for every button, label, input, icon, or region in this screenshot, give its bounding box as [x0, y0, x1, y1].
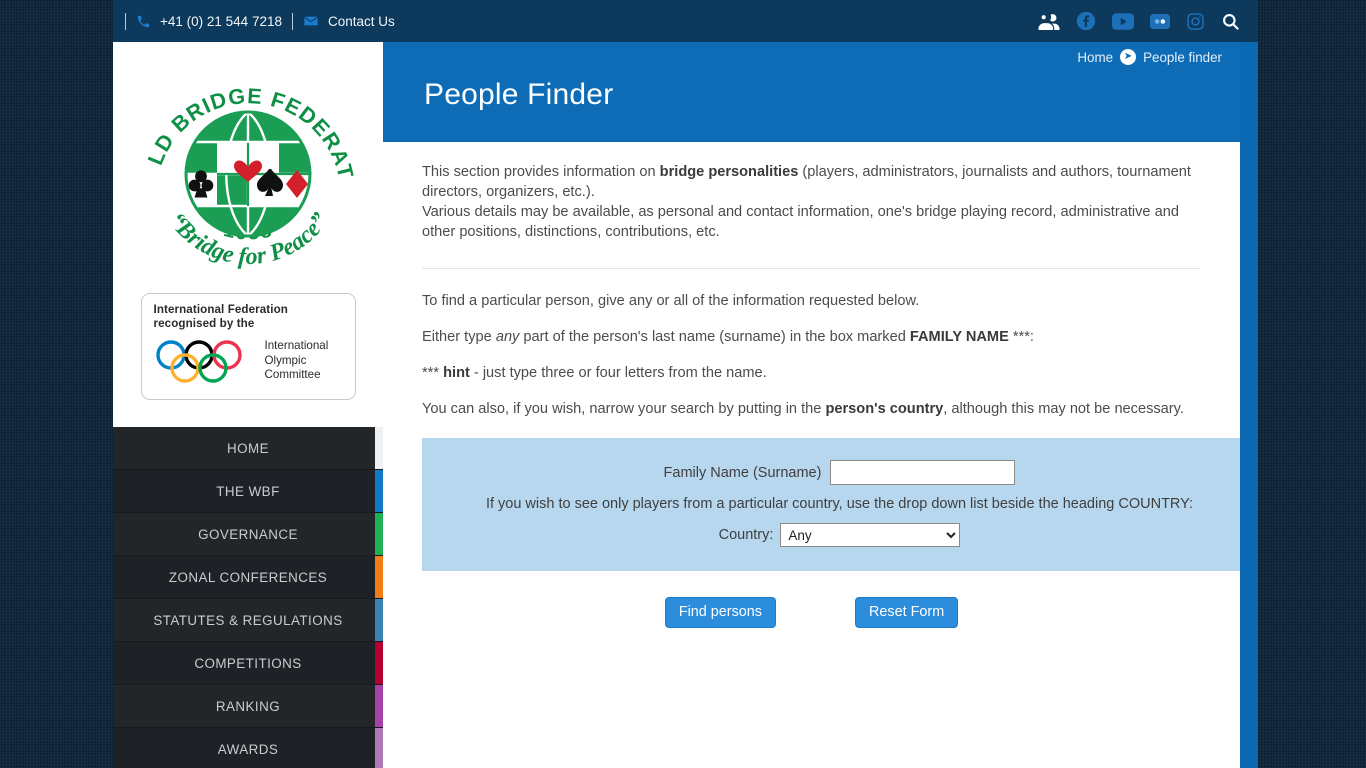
instr-3-bold: hint [443, 365, 470, 381]
sidebar-item-accent [375, 685, 383, 727]
instruction-line-4: You can also, if you wish, narrow your s… [422, 399, 1201, 419]
reset-form-button[interactable]: Reset Form [855, 597, 959, 628]
intro-paragraph-1: This section provides information on bri… [422, 162, 1201, 202]
sidebar-item-accent [375, 427, 383, 469]
sidebar-item-zonal-conferences[interactable]: ZONAL CONFERENCES [113, 556, 383, 599]
instruction-line-3: *** hint - just type three or four lette… [422, 363, 1201, 383]
phone-icon [136, 14, 151, 29]
instruction-line-2: Either type any part of the person's las… [422, 327, 1201, 347]
country-select[interactable]: Any [780, 523, 961, 547]
sidebar-item-accent [375, 642, 383, 684]
ioc-right-line-3: Committee [264, 368, 321, 382]
ioc-right-line-2: Olympic [264, 353, 307, 367]
sidebar-item-label: RANKING [215, 698, 281, 714]
sidebar-item-awards[interactable]: AWARDS [113, 728, 383, 768]
instr-3a: *** [422, 365, 444, 381]
content-divider [422, 268, 1201, 269]
instr-2b: part of the person's last name (surname)… [519, 329, 910, 345]
wbf-logo[interactable]: WORLD BRIDGE FEDERATION ·1958· “Bridge f… [113, 42, 383, 290]
ioc-recognition-badge: International Federation recognised by t… [140, 293, 356, 400]
instr-2-italic: any [495, 329, 520, 345]
breadcrumb: Home ➤ People finder [1077, 49, 1222, 65]
instr-2a: Either type [422, 329, 496, 345]
ioc-line-1: International Federation [153, 303, 288, 316]
search-icon[interactable] [1221, 12, 1240, 31]
instr-4b: , although this may not be necessary. [943, 401, 1184, 417]
top-bar: +41 (0) 21 544 7218 Contact Us [113, 0, 1258, 42]
find-persons-button[interactable]: Find persons [664, 597, 777, 628]
instagram-icon[interactable] [1186, 12, 1205, 31]
sidebar: WORLD BRIDGE FEDERATION ·1958· “Bridge f… [113, 42, 383, 768]
sidebar-menu: HOME THE WBF GOVERNANCE ZONAL CONFERENCES ST… [113, 427, 383, 768]
facebook-icon[interactable] [1076, 11, 1096, 31]
search-form-panel: Family Name (Surname) If you wish to see… [422, 438, 1257, 571]
sidebar-item-accent [375, 513, 383, 555]
sidebar-item-accent [375, 728, 383, 768]
country-row: Country: Any [422, 523, 1257, 547]
phone-link[interactable]: +41 (0) 21 544 7218 [136, 14, 282, 29]
contact-us-link[interactable]: Contact Us [303, 13, 395, 29]
sidebar-item-ranking[interactable]: RANKING [113, 685, 383, 728]
breadcrumb-home[interactable]: Home [1077, 50, 1113, 65]
sidebar-item-label: ZONAL CONFERENCES [168, 569, 328, 585]
family-name-label: Family Name (Surname) [663, 464, 822, 481]
instr-2-bold: FAMILY NAME [909, 329, 1009, 345]
wbf-logo-graphic: WORLD BRIDGE FEDERATION ·1958· “Bridge f… [141, 56, 356, 270]
sidebar-item-label: AWARDS [217, 741, 279, 757]
envelope-icon [303, 13, 319, 29]
intro-p1-before: This section provides information on [422, 164, 660, 180]
family-name-input[interactable] [830, 460, 1016, 485]
users-icon[interactable] [1038, 13, 1060, 30]
arrow-circle-right-icon: ➤ [1120, 49, 1137, 65]
instr-2c: ***: [1008, 329, 1034, 345]
phone-number: +41 (0) 21 544 7218 [160, 13, 282, 29]
page-title: People Finder [424, 78, 614, 111]
sidebar-item-accent [375, 556, 383, 598]
sidebar-item-label: THE WBF [216, 483, 280, 499]
sidebar-item-governance[interactable]: GOVERNANCE [113, 513, 383, 556]
sidebar-item-home[interactable]: HOME [113, 427, 383, 470]
family-name-row: Family Name (Surname) [422, 460, 1257, 485]
sidebar-item-the-wbf[interactable]: THE WBF [113, 470, 383, 513]
ioc-right-line-1: International [264, 339, 329, 353]
intro-paragraph-2: Various details may be available, as per… [422, 204, 1179, 240]
flickr-icon[interactable] [1150, 13, 1170, 30]
sidebar-item-competitions[interactable]: COMPETITIONS [113, 642, 383, 685]
right-accent-bar [1240, 42, 1258, 768]
sidebar-item-statutes-regulations[interactable]: STATUTES & REGULATIONS [113, 599, 383, 642]
form-actions: Find persons Reset Form [422, 597, 1201, 628]
olympic-rings-icon [155, 340, 242, 383]
sidebar-item-label: STATUTES & REGULATIONS [153, 612, 343, 628]
top-bar-divider-2 [291, 12, 293, 30]
country-label: Country: [718, 527, 774, 543]
breadcrumb-current: People finder [1143, 49, 1222, 65]
instr-4a: You can also, if you wish, narrow your s… [422, 401, 826, 417]
sidebar-item-label: HOME [227, 440, 269, 456]
contact-us-label: Contact Us [327, 13, 395, 29]
intro-p1-bold: bridge personalities [659, 164, 799, 180]
ioc-line-2: recognised by the [153, 317, 255, 331]
top-bar-divider [125, 12, 126, 30]
sidebar-item-accent [375, 599, 383, 641]
content-body: This section provides information on bri… [383, 142, 1257, 628]
country-hint-text: If you wish to see only players from a p… [485, 496, 1194, 512]
youtube-icon[interactable] [1112, 12, 1134, 30]
sidebar-item-accent [375, 470, 383, 512]
instruction-line-1: To find a particular person, give any or… [422, 293, 920, 309]
page-banner: Home ➤ People finder People Finder [383, 42, 1240, 142]
sidebar-item-label: COMPETITIONS [194, 655, 302, 671]
instr-3b: - just type three or four letters from t… [469, 365, 767, 381]
social-links [1038, 0, 1240, 42]
sidebar-item-label: GOVERNANCE [198, 526, 298, 542]
main-content: Home ➤ People finder People Finder This … [383, 42, 1257, 768]
instr-4-bold: person's country [825, 401, 944, 417]
